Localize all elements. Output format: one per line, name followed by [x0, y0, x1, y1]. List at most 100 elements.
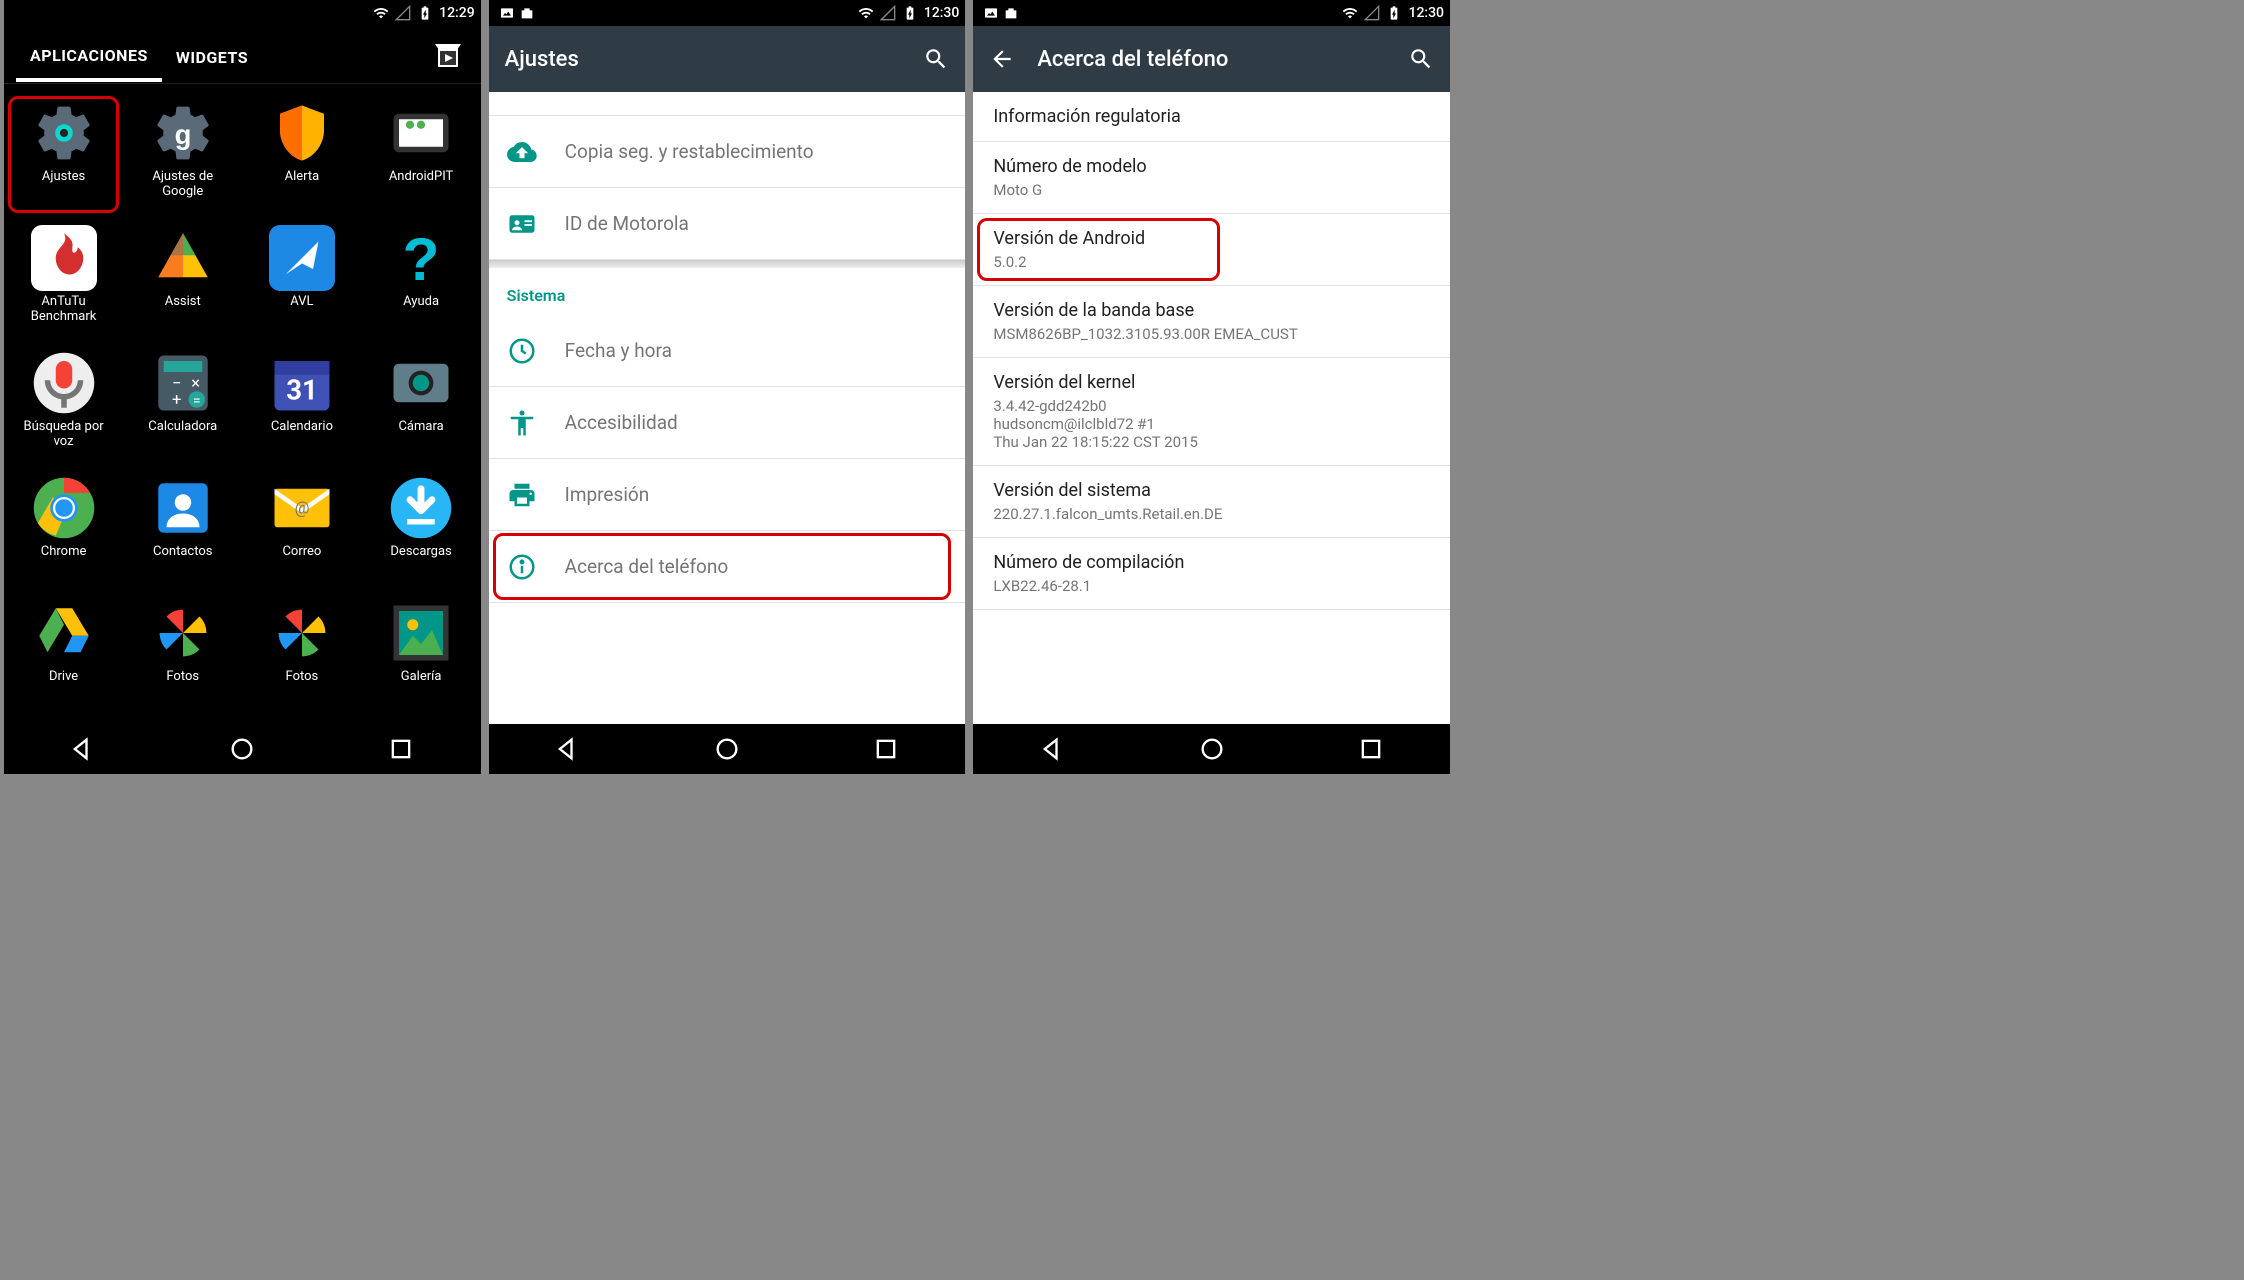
app-label: Chrome — [39, 545, 89, 560]
back-arrow-icon[interactable] — [989, 46, 1015, 72]
svg-text:=: = — [193, 393, 201, 409]
about-banda-base[interactable]: Versión de la banda baseMSM8626BP_1032.3… — [973, 286, 1450, 358]
wifi-icon — [858, 5, 874, 21]
app-fotos2[interactable]: Fotos — [242, 592, 361, 717]
status-time: 12:30 — [1408, 5, 1444, 21]
app-ajustes[interactable]: Ajustes — [4, 92, 123, 217]
setting-fechahora[interactable]: Fecha y hora — [489, 315, 966, 387]
nav-back[interactable] — [69, 735, 97, 763]
about-primary: Versión de la banda base — [993, 300, 1430, 321]
app-ajustes-google[interactable]: gAjustes de Google — [123, 92, 242, 217]
setting-accesibilidad[interactable]: Accesibilidad — [489, 387, 966, 459]
app-label: Assist — [163, 295, 203, 310]
photos-icon — [150, 600, 216, 666]
battery-charging-icon — [417, 5, 433, 21]
clock-icon — [507, 336, 537, 366]
section-header-sistema: Sistema — [489, 268, 966, 315]
about-kernel[interactable]: Versión del kernel3.4.42-gdd242b0 hudson… — [973, 358, 1450, 466]
app-assist[interactable]: Assist — [123, 217, 242, 342]
app-androidpit[interactable]: AndroidPIT — [362, 92, 481, 217]
accessibility-icon — [507, 408, 537, 438]
question-icon: ? — [388, 225, 454, 291]
about-modelo[interactable]: Número de modeloMoto G — [973, 142, 1450, 214]
id-card-icon — [507, 209, 537, 239]
shield-orange-icon — [269, 100, 335, 166]
app-correo[interactable]: @Correo — [242, 467, 361, 592]
about-info-reg[interactable]: Información regulatoria — [973, 92, 1450, 142]
app-grid[interactable]: AjustesgAjustes de GoogleAlerta AndroidPI… — [4, 84, 481, 724]
about-compilacion[interactable]: Número de compilaciónLXB22.46-28.1 — [973, 538, 1450, 610]
phone-about: 12:30 Acerca del teléfono Información re… — [973, 0, 1450, 774]
app-antutu[interactable]: AnTuTu Benchmark — [4, 217, 123, 342]
gear-icon — [31, 100, 97, 166]
app-label: Ayuda — [401, 295, 441, 310]
tab-applications[interactable]: APLICACIONES — [16, 28, 162, 82]
setting-label: Impresión — [565, 483, 650, 506]
app-label: Drive — [47, 670, 80, 685]
flame-icon — [31, 225, 97, 291]
settings-list[interactable]: Copia seg. y restablecimiento ID de Motor… — [489, 92, 966, 724]
setting-impresion[interactable]: Impresión — [489, 459, 966, 531]
app-label: Calendario — [269, 420, 335, 435]
app-fotos1[interactable]: Fotos — [123, 592, 242, 717]
svg-text:@: @ — [294, 500, 309, 519]
about-sistema[interactable]: Versión del sistema220.27.1.falcon_umts.… — [973, 466, 1450, 538]
app-drawer-tabs: APLICACIONES WIDGETS — [4, 26, 481, 84]
app-label: Fotos — [164, 670, 201, 685]
settings-title: Ajustes — [505, 47, 902, 72]
app-alerta[interactable]: Alerta — [242, 92, 361, 217]
app-chrome[interactable]: Chrome — [4, 467, 123, 592]
tab-widgets[interactable]: WIDGETS — [162, 30, 262, 80]
app-label: AndroidPIT — [387, 170, 456, 185]
nav-home[interactable] — [1198, 735, 1226, 763]
app-ayuda[interactable]: ? Ayuda — [362, 217, 481, 342]
signal-icon — [1364, 5, 1380, 21]
about-android-ver[interactable]: Versión de Android5.0.2 — [973, 214, 1450, 286]
search-icon[interactable] — [1408, 46, 1434, 72]
about-title: Acerca del teléfono — [1037, 47, 1386, 72]
nav-back[interactable] — [554, 735, 582, 763]
svg-text:×: × — [191, 375, 200, 394]
play-store-icon[interactable] — [427, 34, 469, 76]
image-icon — [983, 5, 999, 21]
app-calendario[interactable]: 31Calendario — [242, 342, 361, 467]
download-icon — [388, 475, 454, 541]
app-busqueda-voz[interactable]: Búsqueda por voz — [4, 342, 123, 467]
app-calculadora[interactable]: −×+=Calculadora — [123, 342, 242, 467]
triangle-colors-icon — [150, 225, 216, 291]
app-label: Calculadora — [146, 420, 219, 435]
app-label: AnTuTu Benchmark — [29, 295, 99, 325]
svg-text:?: ? — [403, 225, 440, 291]
shop-icon — [519, 5, 535, 21]
app-avl[interactable]: AVL — [242, 217, 361, 342]
about-secondary: 3.4.42-gdd242b0 hudsoncm@ilclbld72 #1 Th… — [993, 397, 1430, 451]
svg-text:+: + — [172, 391, 181, 410]
highlight-marker — [977, 218, 1220, 281]
setting-label: Copia seg. y restablecimiento — [565, 140, 814, 163]
app-camara[interactable]: Cámara — [362, 342, 481, 467]
about-toolbar: Acerca del teléfono — [973, 26, 1450, 92]
phone-settings: 12:30 Ajustes Copia seg. y restablecimie… — [489, 0, 966, 774]
app-galeria[interactable]: Galería — [362, 592, 481, 717]
about-primary: Número de compilación — [993, 552, 1430, 573]
setting-copia[interactable]: Copia seg. y restablecimiento — [489, 116, 966, 188]
search-icon[interactable] — [923, 46, 949, 72]
app-descargas[interactable]: Descargas — [362, 467, 481, 592]
app-label: Cámara — [396, 420, 445, 435]
nav-home[interactable] — [713, 735, 741, 763]
about-list[interactable]: Información regulatoriaNúmero de modeloM… — [973, 92, 1450, 724]
nav-recent[interactable] — [872, 735, 900, 763]
nav-recent[interactable] — [1357, 735, 1385, 763]
setting-acerca[interactable]: Acerca del teléfono — [489, 531, 966, 603]
highlight-marker — [493, 533, 952, 600]
app-contactos[interactable]: Contactos — [123, 467, 242, 592]
nav-recent[interactable] — [387, 735, 415, 763]
setting-motoid[interactable]: ID de Motorola — [489, 188, 966, 260]
nav-back[interactable] — [1039, 735, 1067, 763]
app-drive[interactable]: Drive — [4, 592, 123, 717]
chrome-icon — [31, 475, 97, 541]
avl-icon — [269, 225, 335, 291]
app-label: Fotos — [284, 670, 321, 685]
gear-g-icon: g — [150, 100, 216, 166]
nav-home[interactable] — [228, 735, 256, 763]
